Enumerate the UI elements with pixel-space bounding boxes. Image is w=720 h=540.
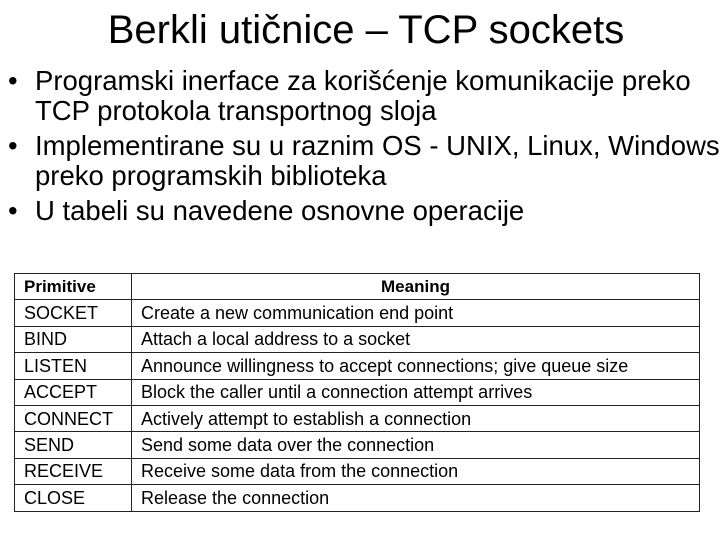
table-row: RECEIVE Receive some data from the conne…	[14, 457, 700, 486]
bullet-icon: •	[8, 65, 18, 96]
primitive-cell: CLOSE	[14, 484, 132, 512]
meaning-cell: Create a new communication end point	[131, 299, 700, 327]
primitives-table: Primitive Meaning SOCKET Create a new co…	[14, 272, 700, 512]
bullet-icon: •	[8, 130, 18, 161]
bullet-icon: •	[8, 195, 18, 226]
header-primitive: Primitive	[14, 272, 132, 301]
table-row: ACCEPT Block the caller until a connecti…	[14, 378, 700, 406]
bullet-item: • U tabeli su navedene osnovne operacije	[8, 196, 720, 226]
meaning-cell: Release the connection	[131, 484, 700, 512]
table-row: CLOSE Release the connection	[14, 484, 700, 512]
primitive-cell: ACCEPT	[14, 378, 132, 406]
header-meaning: Meaning	[131, 272, 700, 301]
primitive-cell: SOCKET	[14, 299, 132, 327]
bullet-item: • Programski inerface za korišćenje komu…	[8, 66, 720, 126]
table-row: SOCKET Create a new communication end po…	[14, 299, 700, 327]
primitive-cell: CONNECT	[14, 404, 132, 433]
table-row: CONNECT Actively attempt to establish a …	[14, 404, 700, 433]
table-header-row: Primitive Meaning	[14, 272, 700, 301]
table-row: SEND Send some data over the connection	[14, 431, 700, 459]
bullet-list: • Programski inerface za korišćenje komu…	[8, 66, 720, 231]
bullet-text: Programski inerface za korišćenje komuni…	[35, 65, 691, 126]
table-row: LISTEN Announce willingness to accept co…	[14, 352, 700, 380]
primitive-cell: LISTEN	[14, 352, 132, 380]
bullet-text: U tabeli su navedene osnovne operacije	[35, 195, 525, 226]
bullet-item: • Implementirane su u raznim OS - UNIX, …	[8, 131, 720, 191]
primitive-cell: RECEIVE	[14, 457, 132, 486]
meaning-cell: Actively attempt to establish a connecti…	[131, 404, 700, 433]
meaning-cell: Receive some data from the connection	[131, 457, 700, 486]
meaning-cell: Announce willingness to accept connectio…	[131, 352, 700, 380]
primitive-cell: BIND	[14, 325, 132, 354]
meaning-cell: Block the caller until a connection atte…	[131, 378, 700, 406]
table-row: BIND Attach a local address to a socket	[14, 325, 700, 354]
meaning-cell: Attach a local address to a socket	[131, 325, 700, 354]
bullet-text: Implementirane su u raznim OS - UNIX, Li…	[35, 130, 720, 191]
primitive-cell: SEND	[14, 431, 132, 459]
meaning-cell: Send some data over the connection	[131, 431, 700, 459]
slide-title: Berkli utičnice – TCP sockets	[107, 8, 625, 52]
